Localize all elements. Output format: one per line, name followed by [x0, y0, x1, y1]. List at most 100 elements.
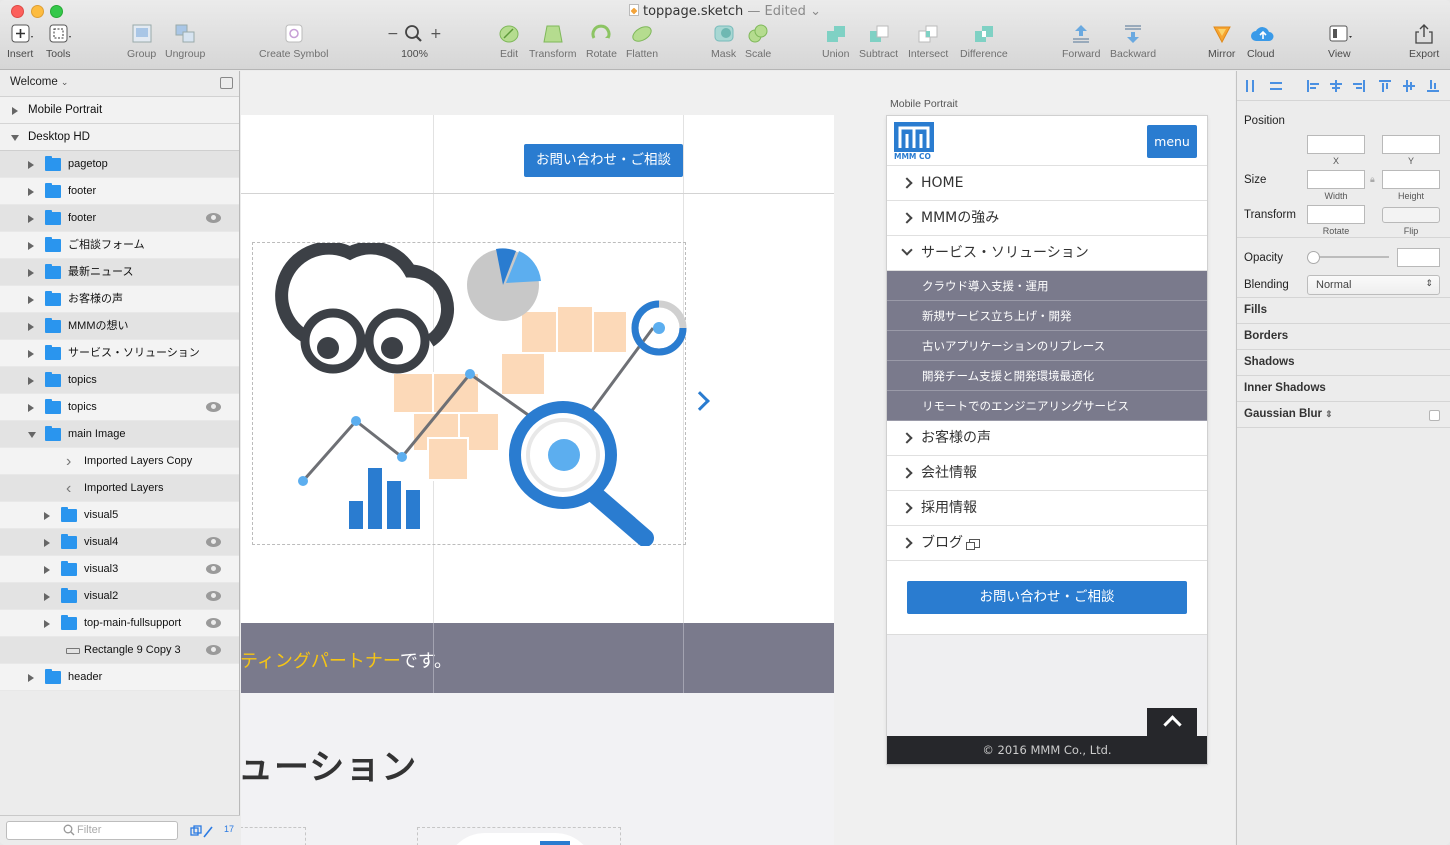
nav-item-blog[interactable]: ブログ	[887, 526, 1207, 561]
layer-row[interactable]: topics	[0, 367, 239, 394]
disclosure-triangle-icon[interactable]	[28, 323, 34, 331]
rotate-field[interactable]	[1307, 205, 1365, 224]
layer-row[interactable]: お客様の声	[0, 286, 239, 313]
backward-button[interactable]: Backward	[1110, 24, 1156, 60]
view-button[interactable]: View	[1328, 24, 1353, 60]
flatten-button[interactable]: Flatten	[626, 24, 658, 60]
align-left-icon[interactable]	[1307, 80, 1319, 92]
align-bottom-icon[interactable]	[1427, 80, 1439, 92]
layer-row[interactable]: › Imported Layers Copy	[0, 448, 239, 475]
disclosure-triangle-icon[interactable]	[28, 296, 34, 304]
eye-icon[interactable]	[206, 591, 221, 601]
menu-button[interactable]: menu	[1147, 125, 1197, 158]
opacity-field[interactable]	[1397, 248, 1440, 267]
disclosure-triangle-icon[interactable]	[28, 215, 34, 223]
disclosure-triangle-icon[interactable]	[44, 566, 50, 574]
layer-row[interactable]: header	[0, 664, 239, 691]
eye-icon[interactable]	[206, 564, 221, 574]
page-mobile-portrait[interactable]: Mobile Portrait	[0, 97, 239, 124]
nav-item-home[interactable]: HOME	[887, 166, 1207, 201]
disclosure-triangle-icon[interactable]	[44, 620, 50, 628]
layer-row[interactable]: visual3	[0, 556, 239, 583]
opacity-slider[interactable]	[1307, 251, 1389, 264]
blur-checkbox[interactable]	[1429, 410, 1440, 421]
nav-item-services[interactable]: サービス・ソリューション	[887, 236, 1207, 271]
distribute-vertical-icon[interactable]	[1270, 80, 1282, 92]
disclosure-triangle-icon[interactable]	[28, 269, 34, 277]
lock-icon[interactable]: 🔒︎	[1370, 174, 1375, 185]
symbols-filter-icon[interactable]	[190, 824, 220, 843]
eye-icon[interactable]	[206, 618, 221, 628]
layer-row[interactable]: main Image	[0, 421, 239, 448]
nav-item-recruit[interactable]: 採用情報	[887, 491, 1207, 526]
mirror-button[interactable]: Mirror	[1208, 24, 1235, 60]
disclosure-triangle-icon[interactable]	[28, 350, 34, 358]
mobile-artboard[interactable]: MMM CO menu HOME MMMの強み サービス・ソリューション クラウ…	[887, 116, 1207, 764]
flip-buttons[interactable]	[1382, 207, 1440, 223]
subnav-item[interactable]: クラウド導入支援・運用	[887, 271, 1207, 301]
subnav-item[interactable]: リモートでのエンジニアリングサービス	[887, 391, 1207, 421]
disclosure-triangle-icon[interactable]	[11, 135, 19, 141]
transform-button[interactable]: Transform	[529, 24, 576, 60]
create-symbol-button[interactable]: Create Symbol	[259, 24, 328, 60]
blending-select[interactable]: Normal ⇕	[1307, 275, 1440, 295]
disclosure-triangle-icon[interactable]	[44, 512, 50, 520]
cloud-button[interactable]: Cloud	[1247, 24, 1274, 60]
nav-item-voices[interactable]: お客様の声	[887, 421, 1207, 456]
x-field[interactable]	[1307, 135, 1365, 154]
eye-icon[interactable]	[206, 537, 221, 547]
disclosure-triangle-icon[interactable]	[28, 242, 34, 250]
subtract-button[interactable]: Subtract	[859, 24, 898, 60]
gaussian-blur-section[interactable]: Gaussian Blur ⇕	[1237, 402, 1450, 428]
layer-row[interactable]: visual5	[0, 502, 239, 529]
disclosure-triangle-icon[interactable]	[44, 539, 50, 547]
zoom-control[interactable]: − + 100%	[386, 24, 446, 60]
scale-button[interactable]: Scale	[745, 24, 771, 60]
layer-row[interactable]: footer	[0, 205, 239, 232]
export-button[interactable]: Export	[1409, 24, 1439, 60]
intersect-button[interactable]: Intersect	[908, 24, 948, 60]
desktop-artboard[interactable]: お問い合わせ・ご相談 ティングパートナーです。 ューション	[241, 115, 834, 845]
eye-icon[interactable]	[206, 213, 221, 223]
desktop-contact-button[interactable]: お問い合わせ・ご相談	[524, 144, 683, 177]
layer-row[interactable]: top-main-fullsupport	[0, 610, 239, 637]
subnav-item[interactable]: 新規サービス立ち上げ・開発	[887, 301, 1207, 331]
layer-row[interactable]: footer	[0, 178, 239, 205]
layer-row[interactable]: Rectangle 9 Copy 3	[0, 637, 239, 664]
nav-item-company[interactable]: 会社情報	[887, 456, 1207, 491]
disclosure-triangle-icon[interactable]	[28, 432, 36, 438]
disclosure-triangle-icon[interactable]	[44, 593, 50, 601]
align-top-icon[interactable]	[1379, 80, 1391, 92]
union-button[interactable]: Union	[822, 24, 849, 60]
layer-row[interactable]: MMMの想い	[0, 313, 239, 340]
tools-button[interactable]: Tools	[46, 24, 72, 60]
disclosure-triangle-icon[interactable]	[12, 107, 18, 115]
disclosure-triangle-icon[interactable]	[28, 404, 34, 412]
page-desktop-hd[interactable]: Desktop HD	[0, 124, 239, 151]
group-button[interactable]: Group	[127, 24, 156, 60]
page-top-button[interactable]	[1147, 708, 1197, 736]
difference-button[interactable]: Difference	[960, 24, 1008, 60]
layer-row[interactable]: visual4	[0, 529, 239, 556]
forward-button[interactable]: Forward	[1062, 24, 1101, 60]
ungroup-button[interactable]: Ungroup	[165, 24, 205, 60]
artboard-label[interactable]: Mobile Portrait	[890, 98, 958, 110]
layer-row[interactable]: pagetop	[0, 151, 239, 178]
align-center-icon[interactable]	[1330, 80, 1342, 92]
company-logo[interactable]: MMM CO	[894, 122, 934, 161]
align-right-icon[interactable]	[1353, 80, 1365, 92]
disclosure-triangle-icon[interactable]	[28, 188, 34, 196]
eye-icon[interactable]	[206, 645, 221, 655]
borders-section[interactable]: Borders	[1237, 324, 1450, 350]
subnav-item[interactable]: 開発チーム支援と開発環境最適化	[887, 361, 1207, 391]
mobile-contact-button[interactable]: お問い合わせ・ご相談	[907, 581, 1187, 614]
layer-row[interactable]: 最新ニュース	[0, 259, 239, 286]
align-middle-icon[interactable]	[1403, 80, 1415, 92]
inner-shadows-section[interactable]: Inner Shadows	[1237, 376, 1450, 402]
fills-section[interactable]: Fills	[1237, 298, 1450, 324]
page-selector[interactable]: Welcome ⌄	[0, 71, 239, 97]
height-field[interactable]	[1382, 170, 1440, 189]
edit-button[interactable]: Edit	[498, 24, 520, 60]
layer-row[interactable]: ‹ Imported Layers	[0, 475, 239, 502]
layer-row[interactable]: ご相談フォーム	[0, 232, 239, 259]
